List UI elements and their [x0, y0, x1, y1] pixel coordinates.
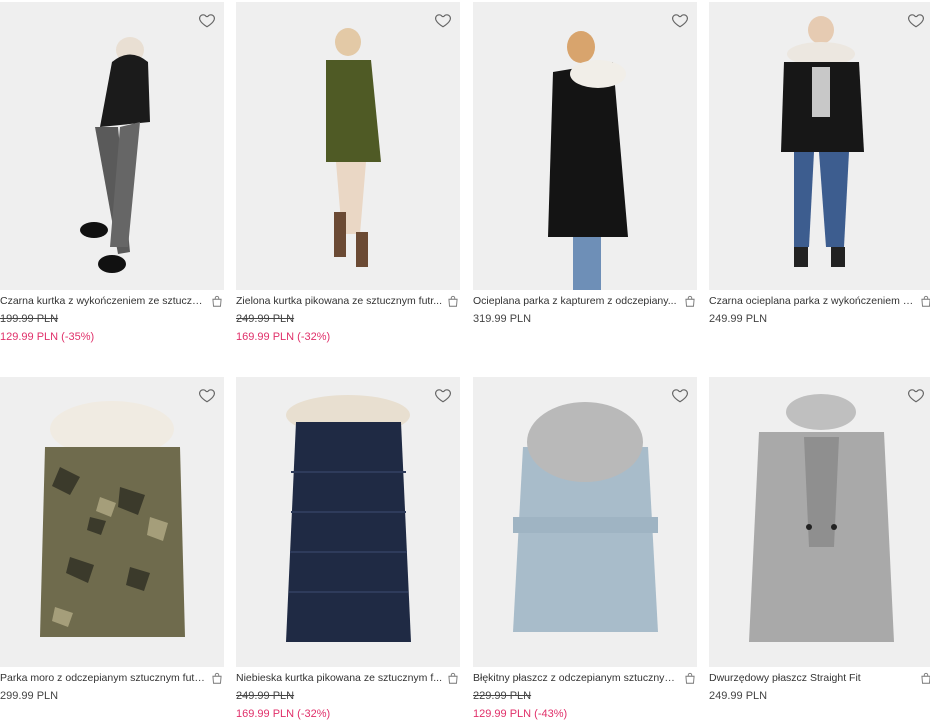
shopping-bag-icon[interactable] [210, 671, 224, 685]
heart-outline-icon[interactable] [434, 386, 452, 404]
shopping-bag-icon[interactable] [919, 294, 930, 308]
product-title[interactable]: Zielona kurtka pikowana ze sztucznym fut… [236, 295, 442, 307]
product-card[interactable]: Niebieska kurtka pikowana ze sztucznym f… [236, 377, 460, 722]
heart-outline-icon[interactable] [907, 11, 925, 29]
heart-outline-icon[interactable] [907, 386, 925, 404]
product-card[interactable]: Parka moro z odczepianym sztucznym fute.… [0, 377, 224, 704]
heart-outline-icon[interactable] [434, 11, 452, 29]
product-title[interactable]: Błękitny płaszcz z odczepianym sztucznym… [473, 672, 679, 684]
product-image[interactable] [0, 2, 224, 290]
product-card[interactable]: Czarna kurtka z wykończeniem ze sztuczne… [0, 2, 224, 345]
price: 249.99 PLN [709, 313, 768, 325]
product-image[interactable] [236, 377, 460, 667]
shopping-bag-icon[interactable] [919, 671, 930, 685]
product-card[interactable]: Ocieplana parka z kapturem z odczepiany.… [473, 2, 697, 327]
shopping-bag-icon[interactable] [683, 294, 697, 308]
product-title[interactable]: Ocieplana parka z kapturem z odczepiany.… [473, 295, 679, 307]
product-title[interactable]: Dwurzędowy płaszcz Straight Fit [709, 672, 915, 684]
shopping-bag-icon[interactable] [446, 294, 460, 308]
product-image[interactable] [473, 2, 697, 290]
shopping-bag-icon[interactable] [683, 671, 697, 685]
sale-price: 169.99 PLN (-32%) [236, 708, 331, 720]
product-card[interactable]: Zielona kurtka pikowana ze sztucznym fut… [236, 2, 460, 345]
sale-price: 169.99 PLN (-32%) [236, 331, 331, 343]
product-image[interactable] [709, 377, 930, 667]
product-image[interactable] [473, 377, 697, 667]
sale-price: 129.99 PLN (-43%) [473, 708, 568, 720]
product-image[interactable] [709, 2, 930, 290]
product-title[interactable]: Parka moro z odczepianym sztucznym fute.… [0, 672, 206, 684]
price: 299.99 PLN [0, 690, 59, 702]
heart-outline-icon[interactable] [671, 386, 689, 404]
product-title[interactable]: Niebieska kurtka pikowana ze sztucznym f… [236, 672, 442, 684]
shopping-bag-icon[interactable] [210, 294, 224, 308]
heart-outline-icon[interactable] [198, 386, 216, 404]
sale-price: 129.99 PLN (-35%) [0, 331, 95, 343]
product-card[interactable]: Czarna ocieplana parka z wykończeniem z.… [709, 2, 930, 327]
original-price: 249.99 PLN [236, 313, 295, 325]
original-price: 249.99 PLN [236, 690, 295, 702]
product-image[interactable] [0, 377, 224, 667]
original-price: 229.99 PLN [473, 690, 532, 702]
heart-outline-icon[interactable] [198, 11, 216, 29]
heart-outline-icon[interactable] [671, 11, 689, 29]
product-card[interactable]: Dwurzędowy płaszcz Straight Fit 249.99 P… [709, 377, 930, 704]
price: 249.99 PLN [709, 690, 768, 702]
original-price: 199.99 PLN [0, 313, 59, 325]
product-image[interactable] [236, 2, 460, 290]
product-grid: Czarna kurtka z wykończeniem ze sztuczne… [0, 0, 930, 724]
price: 319.99 PLN [473, 313, 532, 325]
shopping-bag-icon[interactable] [446, 671, 460, 685]
product-title[interactable]: Czarna ocieplana parka z wykończeniem z.… [709, 295, 915, 307]
product-title[interactable]: Czarna kurtka z wykończeniem ze sztuczne… [0, 295, 206, 307]
product-card[interactable]: Błękitny płaszcz z odczepianym sztucznym… [473, 377, 697, 722]
